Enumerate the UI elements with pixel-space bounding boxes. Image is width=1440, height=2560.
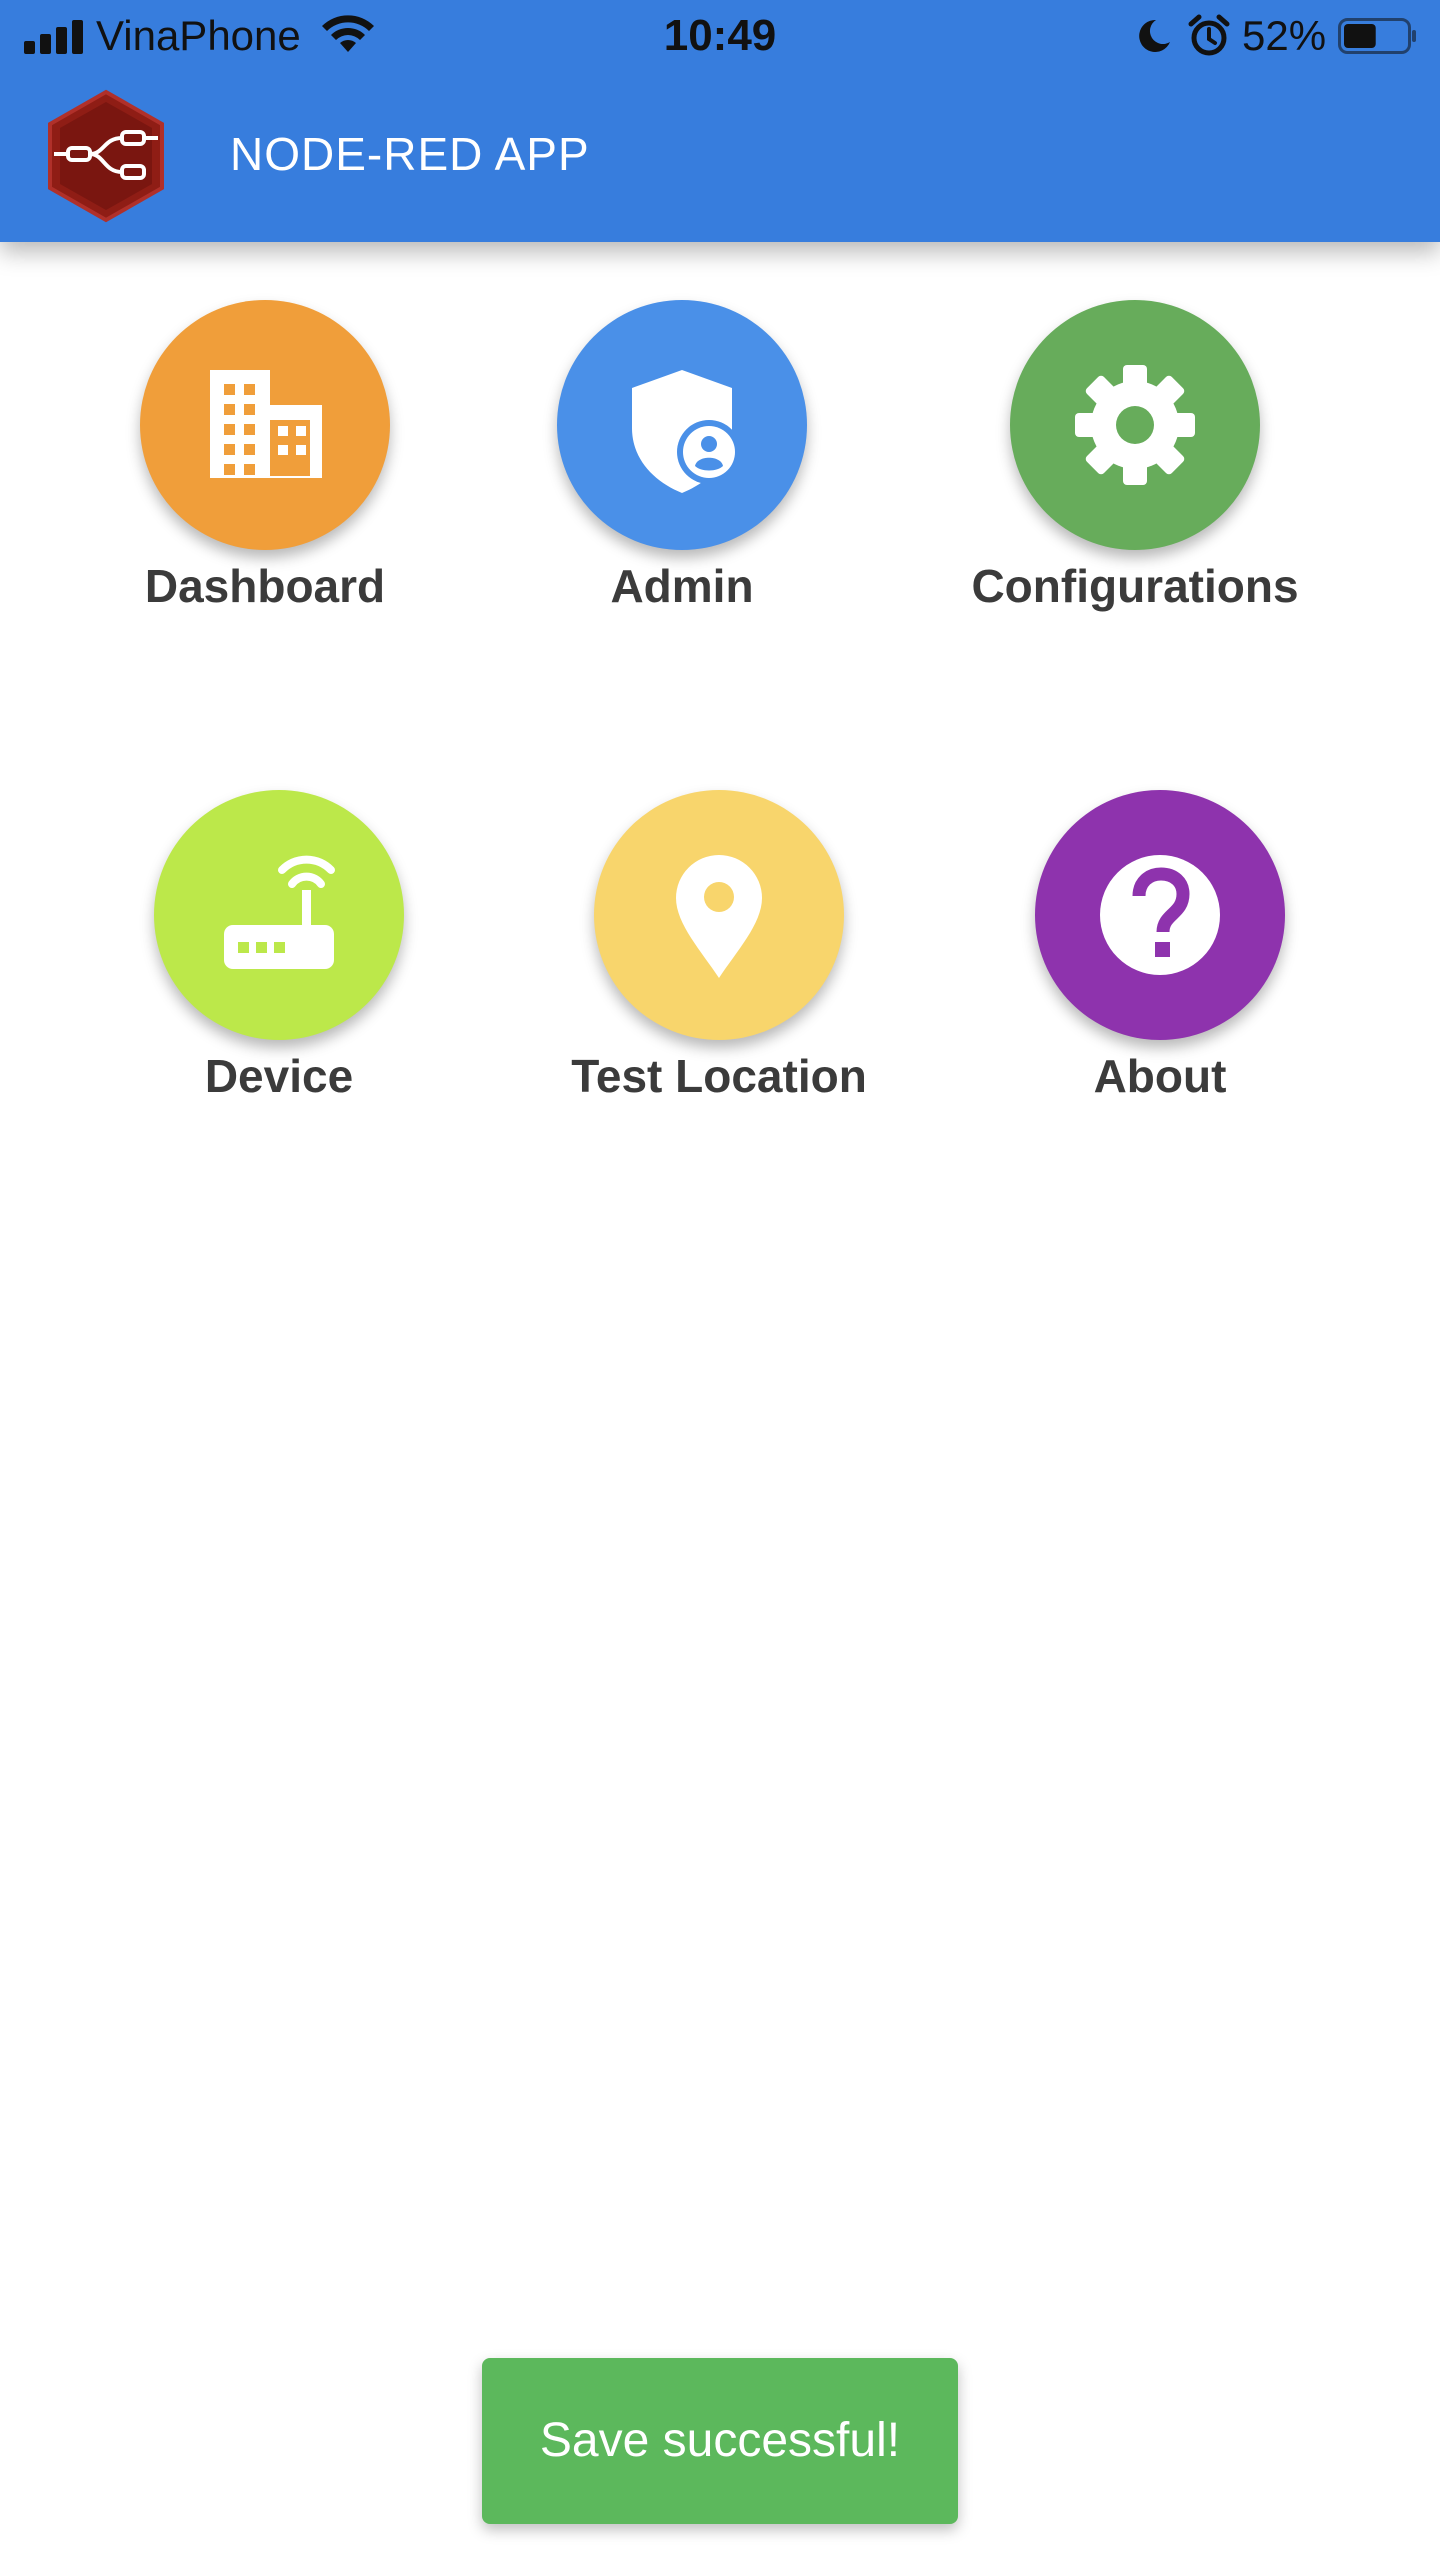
tile-circle[interactable] (557, 300, 807, 550)
help-icon (1100, 855, 1220, 975)
carrier-name: VinaPhone (96, 12, 301, 59)
app-title: NODE-RED APP (230, 128, 590, 180)
wifi-icon (322, 15, 374, 52)
tile-label: Test Location (571, 1050, 867, 1102)
tile-label: Dashboard (144, 560, 386, 612)
app-screen: VinaPhone 10:49 52% NODE-RED APP Dashboa… (0, 0, 1440, 2560)
tile-circle[interactable] (594, 790, 844, 1040)
tile-circle[interactable] (1035, 790, 1285, 1040)
tile-label: Device (204, 1050, 354, 1102)
header: VinaPhone 10:49 52% NODE-RED APP (0, 0, 1440, 242)
battery-percent: 52% (1242, 12, 1327, 59)
tile-circle[interactable] (140, 300, 390, 550)
status-bar: VinaPhone 10:49 52% (0, 0, 1440, 72)
tile-circle[interactable] (1010, 300, 1260, 550)
node-red-logo-icon[interactable] (38, 88, 174, 224)
toast-save-successful: Save successful! (482, 2358, 958, 2524)
battery-icon (1338, 18, 1416, 54)
building-icon (210, 370, 322, 478)
tile-label: About (1093, 1050, 1227, 1102)
router-icon (224, 855, 335, 969)
app-bar: NODE-RED APP (0, 72, 1440, 242)
moon-icon (1139, 19, 1170, 52)
gear-icon (1075, 365, 1195, 485)
tile-label: Admin (610, 560, 754, 612)
clock: 10:49 (663, 11, 777, 60)
tile-circle[interactable] (154, 790, 404, 1040)
map-pin-icon (676, 855, 762, 978)
tile-label: Configurations (971, 560, 1299, 612)
alarm-icon (1188, 14, 1230, 56)
shield-user-icon (632, 370, 741, 493)
signal-icon (24, 20, 84, 54)
